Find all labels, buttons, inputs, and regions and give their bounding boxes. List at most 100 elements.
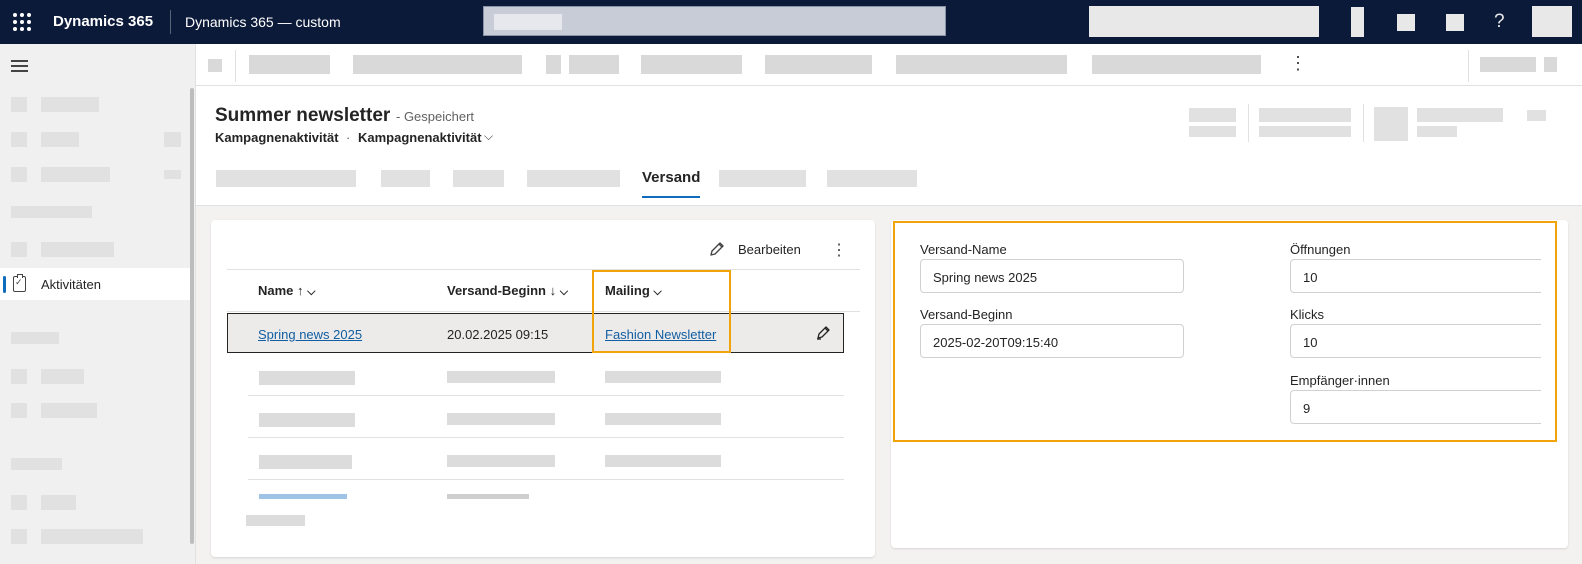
sidebar-scrollbar[interactable] (190, 88, 194, 544)
header-field-placeholder (1259, 126, 1351, 137)
command-placeholder[interactable] (896, 55, 1067, 74)
avatar[interactable] (1532, 6, 1572, 37)
pencil-icon (710, 242, 724, 256)
header-field-placeholder (1259, 108, 1351, 122)
sort-ascending-icon: ↑ (297, 283, 304, 298)
command-placeholder[interactable] (569, 55, 619, 74)
tab-placeholder[interactable] (827, 170, 917, 187)
sidebar-item-activities[interactable]: Aktivitäten (0, 268, 190, 300)
active-indicator (3, 276, 6, 293)
nav-item-placeholder[interactable] (41, 167, 110, 182)
search-placeholder (494, 14, 562, 30)
command-placeholder[interactable] (249, 55, 330, 74)
nav-group-placeholder (11, 206, 92, 218)
edit-label: Bearbeiten (738, 242, 801, 257)
cell-placeholder[interactable] (605, 371, 721, 383)
divider (1363, 104, 1364, 142)
divider (1468, 50, 1469, 82)
chevron-down-icon: ⌵ (559, 286, 569, 298)
environment-placeholder[interactable] (1089, 6, 1319, 37)
active-tab-indicator (642, 196, 700, 198)
top-bar: Dynamics 365 Dynamics 365 — custom ? (0, 0, 1582, 44)
column-header-start[interactable]: Versand-Beginn ↓ ⌵ (447, 283, 568, 299)
cell-placeholder[interactable] (259, 455, 352, 469)
divider (1248, 104, 1249, 142)
details-highlight (893, 221, 1557, 442)
icon-placeholder[interactable] (1397, 14, 1415, 31)
nav-icon-placeholder (11, 369, 27, 384)
command-placeholder[interactable] (1480, 57, 1536, 72)
nav-icon-placeholder (11, 132, 27, 147)
cell-placeholder[interactable] (605, 413, 721, 425)
command-placeholder[interactable] (765, 55, 872, 74)
edit-row-icon[interactable] (816, 324, 832, 340)
breadcrumb-separator: · (346, 130, 351, 145)
record-title: Summer newsletter (215, 105, 391, 126)
nav-item-placeholder[interactable] (41, 97, 99, 112)
column-header-name[interactable]: Name ↑ ⌵ (258, 283, 316, 299)
nav-chevron-placeholder[interactable] (164, 170, 181, 179)
cell-placeholder[interactable] (259, 413, 355, 427)
form-selector[interactable]: Kampagnenaktivität (358, 130, 482, 145)
more-options-icon[interactable]: ⋮ (831, 240, 847, 260)
hamburger-icon[interactable] (11, 60, 28, 75)
divider (227, 311, 860, 312)
icon-placeholder[interactable] (1446, 14, 1464, 31)
tab-placeholder[interactable] (719, 170, 806, 187)
nav-item-placeholder[interactable] (41, 369, 84, 384)
brand-name[interactable]: Dynamics 365 (53, 13, 153, 30)
sidebar: Aktivitäten (0, 44, 196, 564)
search-box[interactable] (483, 6, 946, 36)
command-placeholder[interactable] (641, 55, 742, 74)
command-placeholder[interactable] (1092, 55, 1261, 74)
tab-versand[interactable]: Versand (642, 169, 700, 186)
cell-placeholder (447, 371, 555, 383)
cell-placeholder (447, 455, 555, 467)
command-chevron-placeholder[interactable] (1544, 57, 1557, 72)
cell-placeholder[interactable] (259, 371, 355, 385)
cell-placeholder[interactable] (605, 455, 721, 467)
column-label: Name (258, 283, 294, 298)
command-bar: ⋮ (196, 44, 1582, 86)
tab-placeholder[interactable] (527, 170, 620, 187)
command-icon-placeholder[interactable] (546, 55, 561, 74)
owner-avatar-placeholder (1374, 107, 1408, 141)
command-placeholder[interactable] (353, 55, 522, 74)
nav-icon-placeholder (11, 167, 27, 182)
more-commands-icon[interactable]: ⋮ (1289, 53, 1307, 74)
app-name[interactable]: Dynamics 365 — custom (185, 14, 341, 30)
header-field-placeholder (1417, 126, 1457, 137)
nav-item-placeholder[interactable] (41, 403, 97, 418)
tab-placeholder[interactable] (453, 170, 504, 187)
icon-placeholder[interactable] (1351, 7, 1364, 37)
back-button-placeholder[interactable] (208, 59, 222, 72)
send-details-section: Versand-Name Spring news 2025 Versand-Be… (891, 220, 1568, 548)
cut-off-row-link[interactable] (259, 494, 347, 499)
save-status: - Gespeichert (396, 109, 475, 124)
header-field-placeholder[interactable] (1417, 108, 1503, 122)
record-header: Summer newsletter - Gespeichert Kampagne… (196, 86, 1582, 206)
nav-group-placeholder (11, 332, 59, 344)
sort-descending-icon: ↓ (549, 283, 557, 298)
nav-icon-placeholder (11, 97, 27, 112)
tab-placeholder[interactable] (216, 170, 356, 187)
nav-chevron-placeholder[interactable] (164, 132, 181, 147)
nav-item-placeholder[interactable] (41, 132, 79, 147)
row-name-link[interactable]: Spring news 2025 (258, 327, 362, 342)
tab-placeholder[interactable] (381, 170, 430, 187)
nav-item-placeholder[interactable] (41, 529, 143, 544)
divider (170, 10, 171, 34)
chevron-down-icon: ⌵ (307, 286, 316, 298)
nav-icon-placeholder (11, 403, 27, 418)
nav-item-placeholder[interactable] (41, 495, 76, 510)
chevron-down-icon[interactable]: ⌵ (484, 129, 493, 144)
nav-item-placeholder[interactable] (41, 242, 114, 257)
waffle-icon[interactable] (12, 12, 32, 32)
help-icon[interactable]: ? (1494, 11, 1505, 33)
divider (248, 437, 844, 438)
mailing-column-highlight (592, 270, 731, 353)
column-label: Versand-Beginn (447, 283, 546, 298)
sidebar-item-label: Aktivitäten (41, 277, 101, 292)
nav-group-placeholder (11, 458, 62, 470)
expand-header-placeholder[interactable] (1527, 110, 1546, 121)
